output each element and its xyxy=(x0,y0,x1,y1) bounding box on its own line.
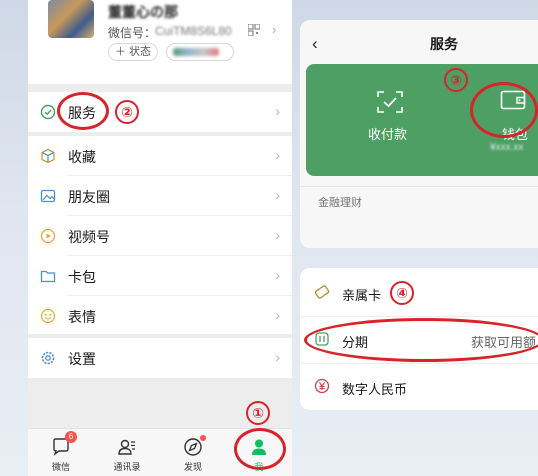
tab-contacts[interactable]: 通讯录 xyxy=(94,429,160,476)
digital-rmb-icon xyxy=(314,378,330,394)
annotation-number-4: ④ xyxy=(390,281,414,305)
divider xyxy=(300,186,538,187)
annotation-oval-services xyxy=(57,92,109,130)
annotation-number-1: ① xyxy=(246,401,270,425)
nickname: 董董心の那 xyxy=(108,4,178,20)
photo-icon xyxy=(40,189,56,203)
menu-list-card: 收藏 › 朋友圈 › 视频号 › 卡包 › 表情 › xyxy=(28,136,292,334)
tab-label-discover: 发现 xyxy=(183,462,202,472)
tab-chats[interactable]: 微信 6 xyxy=(28,429,94,476)
wallet-balance: ¥xxx.xx xyxy=(490,142,524,153)
smiley-icon xyxy=(40,308,56,324)
annotation-number-3: ③ xyxy=(444,68,468,92)
services-icon xyxy=(40,104,56,120)
menu-item-channels[interactable]: 视频号 › xyxy=(28,216,292,256)
annotation-oval-wallet xyxy=(470,82,538,138)
chevron-right-icon: › xyxy=(275,307,280,323)
annotation-number-2: ② xyxy=(115,100,139,124)
profile-header[interactable]: 董董心の那 微信号： CuiTM8S6L80 › ＋ 状态 xyxy=(28,0,292,84)
notification-dot xyxy=(200,435,206,441)
back-arrow-icon[interactable]: ‹ xyxy=(312,34,318,54)
chevron-right-icon: › xyxy=(275,267,280,283)
annotation-oval-me-tab xyxy=(234,428,286,470)
menu-item-stickers[interactable]: 表情 › xyxy=(28,296,292,336)
card-folder-icon xyxy=(40,270,56,283)
digital-rmb-label: 数字人民币 xyxy=(342,382,408,397)
menu-item-settings[interactable]: 设置 › xyxy=(28,338,292,378)
tab-label-chats: 微信 xyxy=(51,462,70,472)
tab-label-contacts: 通讯录 xyxy=(113,462,141,472)
menu-item-favorites[interactable]: 收藏 › xyxy=(28,136,292,176)
cube-icon xyxy=(41,148,55,164)
wxid-label: 微信号： xyxy=(108,26,157,40)
menu-label-favorites: 收藏 xyxy=(68,149,96,165)
chevron-right-icon: › xyxy=(275,103,280,119)
tab-discover[interactable]: 发现 xyxy=(160,429,226,476)
status-button[interactable]: ＋ 状态 xyxy=(108,43,159,61)
settings-card: 设置 › xyxy=(28,338,292,378)
chevron-right-icon: › xyxy=(272,22,277,37)
family-card-label: 亲属卡 xyxy=(342,288,382,303)
menu-label-channels: 视频号 xyxy=(68,229,110,245)
chevron-right-icon: › xyxy=(275,349,280,365)
chevron-right-icon: › xyxy=(275,147,280,163)
scan-pay-icon[interactable] xyxy=(376,90,404,114)
menu-item-moments[interactable]: 朋友圈 › xyxy=(28,176,292,216)
annotation-oval-installment xyxy=(304,318,538,362)
play-circle-icon xyxy=(40,228,56,244)
chevron-right-icon: › xyxy=(275,227,280,243)
list-item-family-card[interactable]: 亲属卡 xyxy=(300,270,538,316)
page-title: 服务 xyxy=(430,36,458,52)
avatar[interactable] xyxy=(48,0,94,38)
qr-code-icon[interactable] xyxy=(248,24,260,36)
menu-label-settings: 设置 xyxy=(68,351,96,367)
chevron-right-icon: › xyxy=(275,187,280,203)
finance-section-label: 金融理财 xyxy=(318,197,362,209)
unread-badge: 6 xyxy=(65,431,77,443)
gear-icon xyxy=(41,351,55,365)
menu-label-stickers: 表情 xyxy=(68,309,96,325)
menu-label-cards: 卡包 xyxy=(68,269,96,285)
contacts-icon xyxy=(118,439,135,455)
friend-status-pill[interactable] xyxy=(166,43,234,61)
family-card-icon xyxy=(314,285,330,299)
wxid-value: CuiTM8S6L80 xyxy=(155,24,232,38)
pay-label[interactable]: 收付款 xyxy=(368,124,407,143)
list-item-digital-rmb[interactable]: 数字人民币 xyxy=(300,364,538,410)
menu-item-cards[interactable]: 卡包 › xyxy=(28,256,292,296)
menu-label-moments: 朋友圈 xyxy=(68,189,110,205)
